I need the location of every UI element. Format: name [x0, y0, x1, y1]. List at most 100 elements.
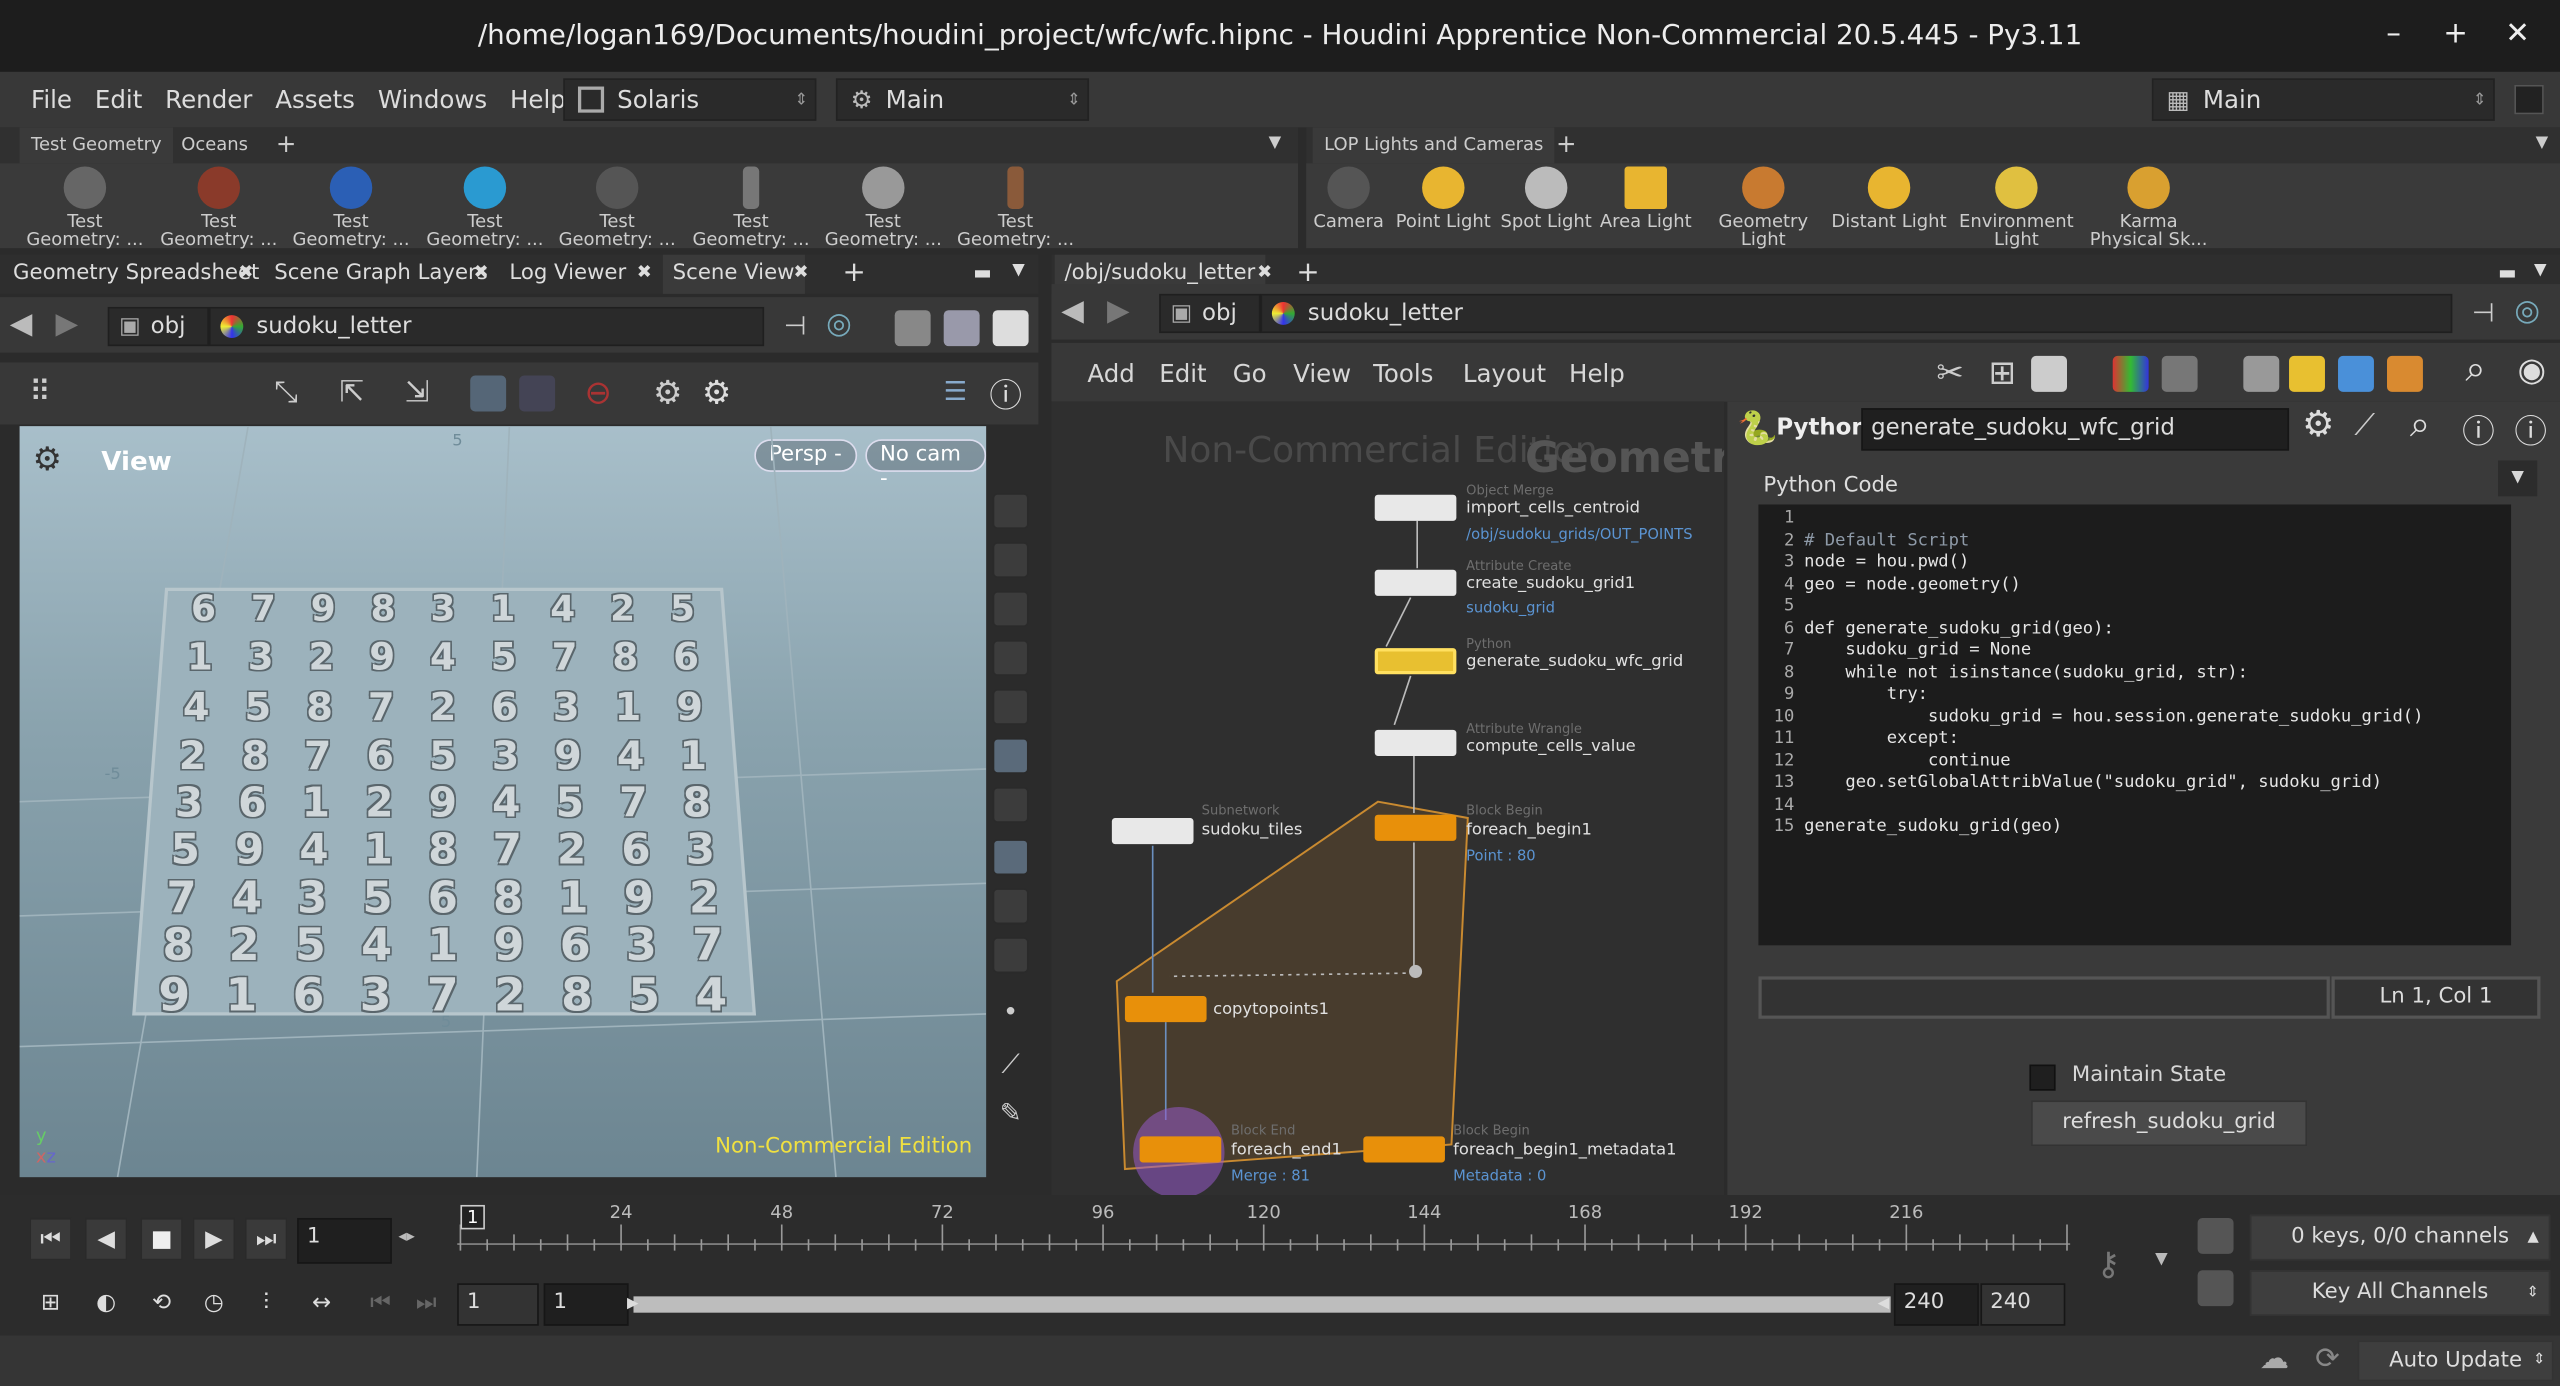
eye-icon[interactable] [992, 937, 1029, 974]
pen-icon[interactable]: ✎ [993, 1097, 1029, 1133]
auto-key-icon[interactable] [2197, 1217, 2234, 1254]
desktop-select[interactable]: Solaris ⇕ [563, 78, 817, 121]
path-node-button[interactable]: sudoku_letter [208, 306, 765, 347]
tab-scene-graph-layers[interactable]: Scene Graph Layers [264, 255, 497, 294]
shelf-tab-test-geometry[interactable]: Test Geometry [19, 127, 174, 164]
link-icon[interactable]: ◎ [826, 307, 852, 341]
grid-dots-icon[interactable]: ⠿ [29, 376, 51, 410]
flashlight-icon[interactable] [992, 888, 1029, 925]
node-block-begin-metadata[interactable] [1363, 1136, 1445, 1163]
brain-icon[interactable]: ☁ [2260, 1342, 2289, 1376]
snapshot-icon[interactable] [519, 375, 556, 412]
scene-viewport[interactable]: ⚙ View Persp - No cam - -5 5 5 679831425… [19, 426, 987, 1178]
range-start-field[interactable]: 1 [543, 1283, 629, 1326]
background-image-icon[interactable] [2338, 355, 2374, 392]
jump-end-button[interactable]: ⏭ [244, 1217, 288, 1261]
info-icon[interactable]: ⓘ [2462, 405, 2495, 452]
node-attribute-wrangle[interactable] [1374, 729, 1457, 756]
range-end-field[interactable]: 240 [1893, 1283, 1979, 1326]
render-icon[interactable]: ⚙ [653, 372, 682, 411]
next-key-icon[interactable]: ⏭ [405, 1283, 447, 1325]
loop-icon[interactable]: ⟲ [140, 1283, 182, 1325]
help-icon[interactable]: ⓘ [2514, 405, 2547, 452]
shelf-tool-karma-sky[interactable]: Karma Physical Sk... [2083, 163, 2214, 248]
gear-icon[interactable]: ⚙ [2302, 405, 2334, 446]
shelf-menu-icon[interactable]: ▼ [1257, 127, 1292, 163]
net-menu-go[interactable]: Go [1233, 359, 1267, 388]
node-name-label[interactable]: copytopoints1 [1213, 1001, 1329, 1019]
code-menu-icon[interactable]: ▼ [2498, 460, 2538, 497]
shelf-tool-test-geometry-8[interactable]: Test Geometry: ... [950, 163, 1081, 248]
shelf-tool-test-geometry-3[interactable]: Test Geometry: ... [286, 163, 417, 248]
network-view[interactable]: Non-Commercial Edition Geometry Object M… [1051, 401, 1725, 1196]
grid-icon[interactable] [2161, 355, 2198, 392]
current-frame-field[interactable]: 1 [297, 1217, 392, 1264]
shelf-tool-test-geometry-6[interactable]: Test Geometry: ... [686, 163, 817, 248]
slider-left-handle[interactable]: ▸ [627, 1290, 638, 1316]
tree-icon[interactable]: ⊞ [1989, 353, 2016, 392]
end-frame-field[interactable]: 240 [1980, 1283, 2066, 1326]
python-code-editor[interactable]: 1 2 # Default Script 3 node = hou.pwd() 4 geo … [1758, 504, 2512, 946]
refresh-icon[interactable]: ⟳ [2315, 1342, 2340, 1376]
node-attribute-create[interactable] [1374, 569, 1457, 596]
shelf-tool-test-geometry-7[interactable]: Test Geometry: ... [818, 163, 949, 248]
realtime-icon[interactable]: ◷ [193, 1283, 235, 1325]
close-icon[interactable]: ✖ [464, 255, 499, 294]
node-name-field[interactable]: generate_sudoku_wfc_grid [1861, 408, 2290, 451]
start-frame-field[interactable]: 1 [457, 1283, 539, 1326]
move-tool-icon[interactable]: ⇱ [340, 376, 365, 410]
menu-windows[interactable]: Windows [366, 85, 498, 114]
shelf-tool-test-geometry-1[interactable]: Test Geometry: ... [20, 163, 151, 248]
shelf-tab-lop-lights[interactable]: LOP Lights and Cameras [1312, 127, 1555, 164]
eye-icon[interactable]: ◉ [2518, 349, 2546, 388]
jump-start-button[interactable]: ⏮ [29, 1217, 72, 1261]
curve-icon[interactable] [2197, 1270, 2234, 1307]
context-select[interactable]: ⚙ Main ⇕ [835, 78, 1090, 121]
net-menu-view[interactable]: View [1293, 359, 1351, 388]
viewport-layout-icon[interactable]: ☰ [944, 376, 967, 407]
node-block-end[interactable] [1139, 1136, 1222, 1163]
camera-view-icon[interactable] [470, 375, 507, 412]
close-button[interactable]: ✕ [2498, 16, 2537, 50]
path-root-button[interactable]: ▣ obj [1159, 293, 1261, 334]
shelf-menu-icon[interactable]: ▼ [2524, 127, 2559, 163]
node-object-merge[interactable] [1374, 494, 1457, 521]
close-icon[interactable]: ✖ [229, 255, 264, 294]
shelf-tool-test-geometry-5[interactable]: Test Geometry: ... [552, 163, 683, 248]
dot-icon[interactable]: • [993, 996, 1029, 1032]
node-name-label[interactable]: import_cells_centroid [1466, 500, 1640, 518]
camera-icon[interactable] [992, 839, 1029, 876]
close-icon[interactable]: ✖ [627, 255, 662, 294]
select-tool-icon[interactable]: ⤡ [274, 376, 298, 410]
color-palette-icon[interactable] [2112, 355, 2149, 392]
menu-edit[interactable]: Edit [83, 85, 153, 114]
forward-arrow-icon[interactable]: ▶ [1107, 294, 1130, 328]
stop-button[interactable]: ■ [140, 1217, 183, 1261]
path-root-button[interactable]: ▣ obj [107, 306, 209, 347]
add-tab-button[interactable]: + [833, 250, 876, 289]
light-icon[interactable] [992, 737, 1029, 774]
node-python[interactable] [1374, 648, 1457, 675]
menu-assets[interactable]: Assets [264, 85, 367, 114]
shelf-tool-environment-light[interactable]: Environment Light [1951, 163, 2082, 248]
key-all-channels-button[interactable]: Key All Channels ⇕ [2249, 1270, 2551, 1316]
help-icon[interactable]: ⓘ [989, 369, 1022, 416]
slider-right-handle[interactable]: ◂ [1878, 1290, 1889, 1316]
range-icon[interactable]: ↔ [300, 1283, 342, 1325]
key-icon[interactable]: ⚷ [2096, 1244, 2120, 1283]
net-menu-help[interactable]: Help [1569, 359, 1625, 388]
shelf-add-button[interactable]: + [1545, 122, 1588, 158]
timeline-ruler[interactable]: 24 48 72 96 120 144 168 192 216 [457, 1195, 2071, 1267]
pin-icon[interactable]: ⊣ [2472, 297, 2495, 328]
path-node-button[interactable]: sudoku_letter [1260, 293, 2453, 334]
person-icon[interactable] [992, 786, 1029, 823]
snap-icon[interactable] [992, 542, 1029, 578]
play-button[interactable]: ▶ [192, 1217, 236, 1261]
search-icon[interactable]: ⌕ [2465, 349, 2485, 390]
shelf-add-button[interactable]: + [264, 122, 307, 158]
ghost-icon[interactable] [992, 640, 1029, 676]
pin-icon[interactable]: ⊣ [784, 310, 807, 341]
menu-file[interactable]: File [20, 85, 84, 114]
range-slider[interactable] [633, 1296, 1891, 1313]
pane-maximize-icon[interactable]: ▬ [963, 255, 1001, 294]
